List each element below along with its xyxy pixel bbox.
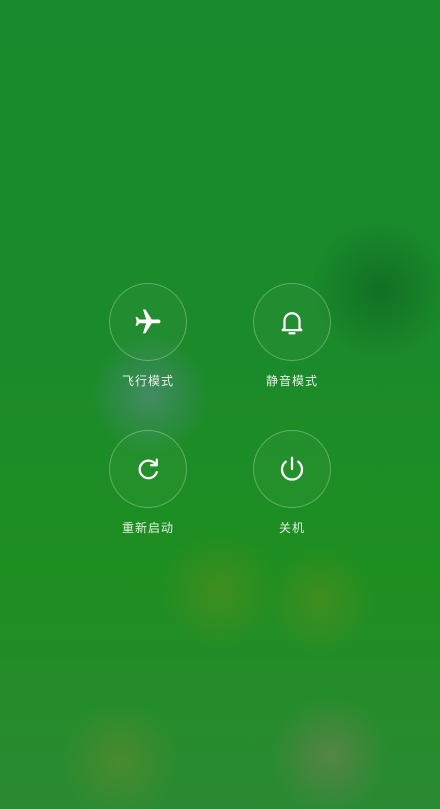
restart-icon bbox=[133, 454, 163, 484]
power-menu: 飞行模式 静音模式 重新启动 关机 bbox=[0, 0, 440, 809]
silent-mode-button[interactable] bbox=[253, 283, 331, 361]
silent-mode-option[interactable]: 静音模式 bbox=[232, 283, 352, 389]
silent-mode-label: 静音模式 bbox=[265, 374, 318, 388]
airplane-mode-label: 飞行模式 bbox=[121, 374, 174, 388]
power-icon bbox=[277, 454, 307, 484]
airplane-icon bbox=[133, 307, 163, 337]
restart-label: 重新启动 bbox=[121, 521, 174, 535]
bell-icon bbox=[277, 307, 307, 337]
restart-option[interactable]: 重新启动 bbox=[88, 430, 208, 536]
power-off-button[interactable] bbox=[253, 430, 331, 508]
airplane-mode-option[interactable]: 飞行模式 bbox=[88, 283, 208, 389]
airplane-mode-button[interactable] bbox=[109, 283, 187, 361]
power-off-option[interactable]: 关机 bbox=[232, 430, 352, 536]
restart-button[interactable] bbox=[109, 430, 187, 508]
power-off-label: 关机 bbox=[278, 521, 305, 535]
